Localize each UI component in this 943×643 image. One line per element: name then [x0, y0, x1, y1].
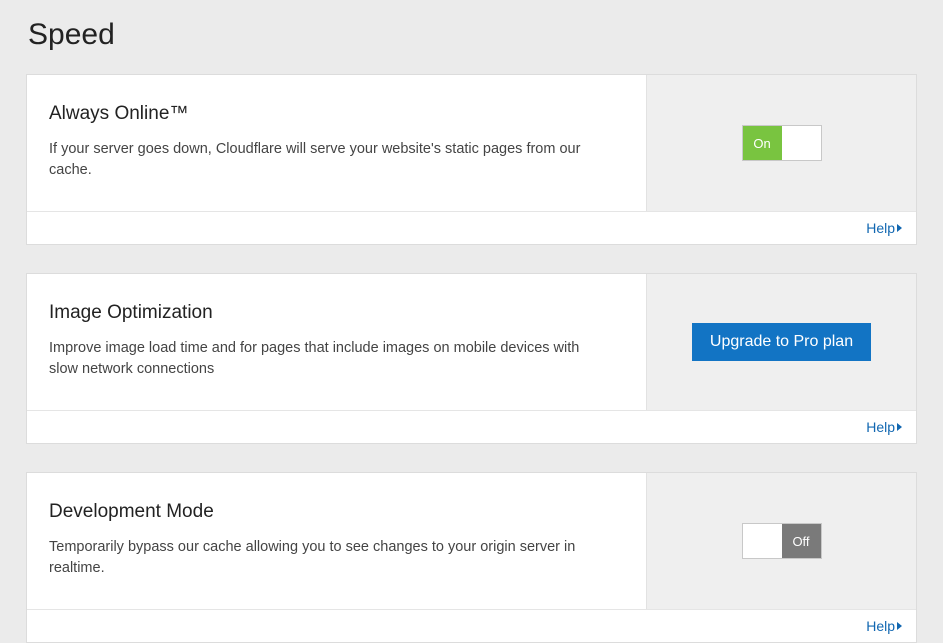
caret-right-icon: [897, 622, 902, 630]
setting-title: Image Optimization: [49, 302, 624, 324]
toggle-on-half: On: [743, 126, 782, 160]
card-footer: Help: [27, 410, 916, 443]
help-link-label: Help: [866, 419, 895, 435]
toggle-off-half: Off: [782, 524, 821, 558]
toggle-on-half: [743, 524, 782, 558]
card-footer: Help: [27, 211, 916, 244]
setting-card-always-online: Always Online™ If your server goes down,…: [26, 74, 917, 245]
page-title: Speed: [28, 18, 917, 52]
help-link[interactable]: Help: [866, 220, 902, 236]
setting-desc: Improve image load time and for pages th…: [49, 338, 609, 380]
card-body: Image Optimization Improve image load ti…: [27, 274, 916, 410]
setting-card-development-mode: Development Mode Temporarily bypass our …: [26, 472, 917, 643]
help-link[interactable]: Help: [866, 419, 902, 435]
help-link[interactable]: Help: [866, 618, 902, 634]
development-mode-toggle[interactable]: Off: [742, 523, 822, 559]
card-right: On: [646, 75, 916, 211]
setting-desc: If your server goes down, Cloudflare wil…: [49, 139, 609, 181]
help-link-label: Help: [866, 618, 895, 634]
setting-card-image-optimization: Image Optimization Improve image load ti…: [26, 273, 917, 444]
card-right: Off: [646, 473, 916, 609]
card-left: Development Mode Temporarily bypass our …: [27, 473, 646, 609]
setting-title: Development Mode: [49, 501, 624, 523]
speed-settings-page: Speed Always Online™ If your server goes…: [0, 0, 943, 643]
card-left: Always Online™ If your server goes down,…: [27, 75, 646, 211]
setting-desc: Temporarily bypass our cache allowing yo…: [49, 537, 609, 579]
card-right: Upgrade to Pro plan: [646, 274, 916, 410]
card-left: Image Optimization Improve image load ti…: [27, 274, 646, 410]
setting-title: Always Online™: [49, 103, 624, 125]
help-link-label: Help: [866, 220, 895, 236]
card-body: Development Mode Temporarily bypass our …: [27, 473, 916, 609]
caret-right-icon: [897, 224, 902, 232]
card-footer: Help: [27, 609, 916, 642]
caret-right-icon: [897, 423, 902, 431]
toggle-off-half: [782, 126, 821, 160]
card-body: Always Online™ If your server goes down,…: [27, 75, 916, 211]
upgrade-pro-button[interactable]: Upgrade to Pro plan: [692, 323, 871, 361]
always-online-toggle[interactable]: On: [742, 125, 822, 161]
